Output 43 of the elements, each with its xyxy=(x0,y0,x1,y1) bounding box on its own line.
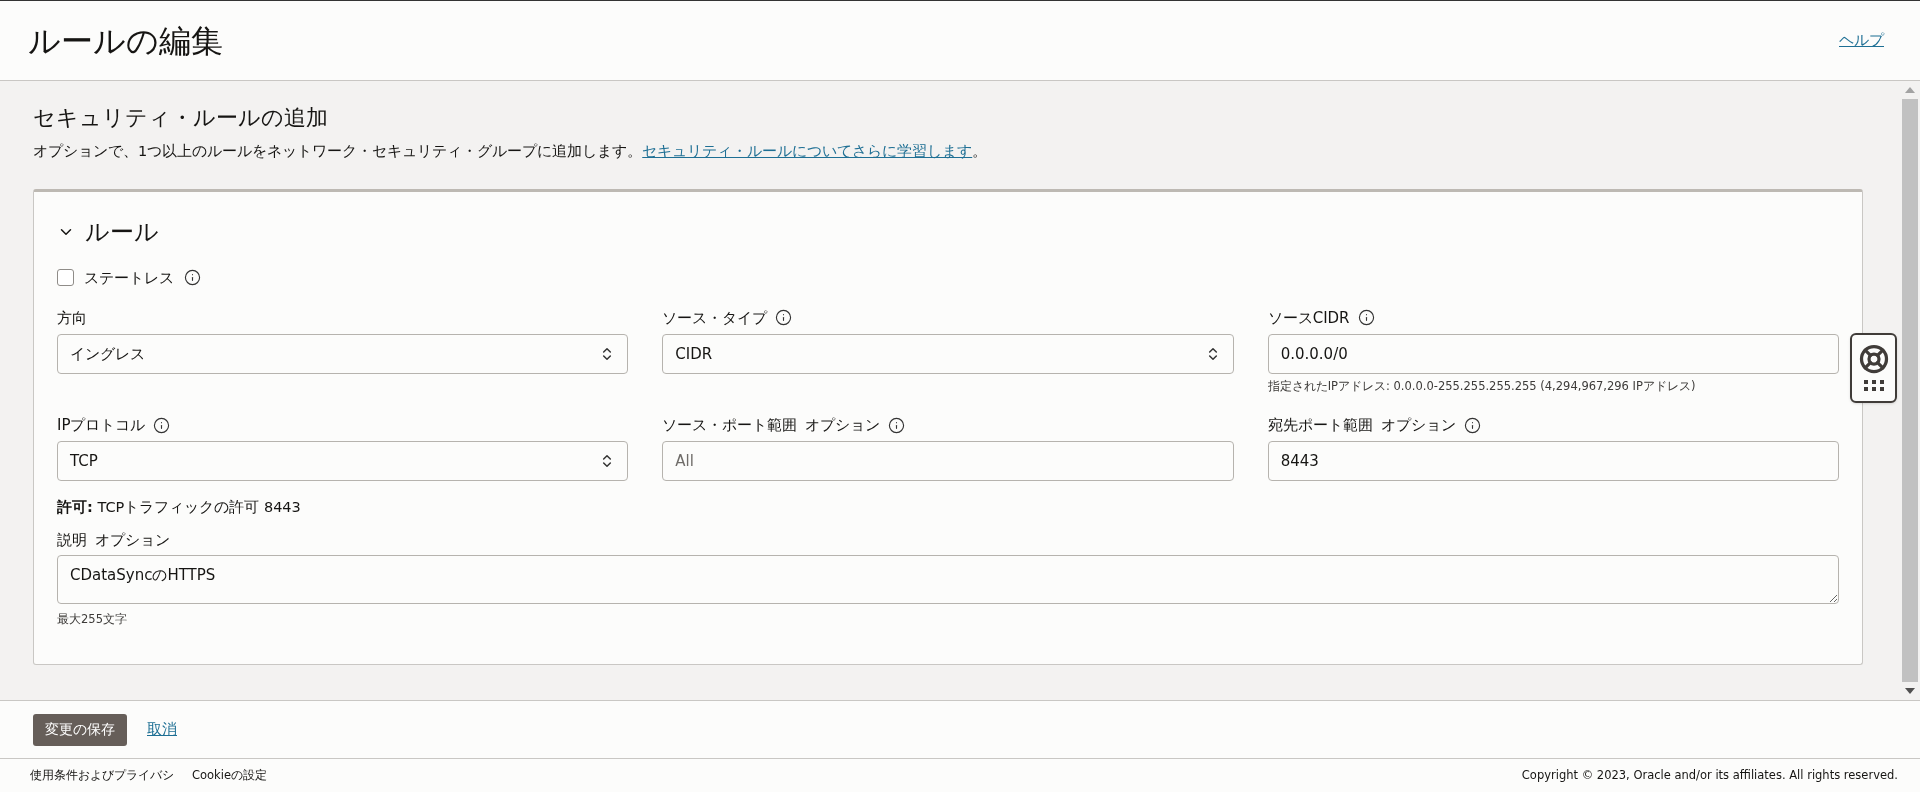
field-label: ソース・ポート範囲 xyxy=(662,414,798,436)
section-title: セキュリティ・ルールの追加 xyxy=(33,104,329,132)
learn-more-link[interactable]: セキュリティ・ルールについてさらに学習します xyxy=(642,143,973,159)
info-icon[interactable] xyxy=(775,309,793,327)
select-field[interactable]: CIDR xyxy=(662,333,1234,374)
checkbox[interactable] xyxy=(57,269,74,287)
footer-link[interactable]: Cookieの設定 xyxy=(192,766,268,785)
description-field[interactable]: CDataSyncのHTTPS xyxy=(57,554,1839,604)
checkbox-label: ステートレス xyxy=(84,267,174,289)
field-label: IPプロトコル xyxy=(57,414,146,436)
help-widget[interactable] xyxy=(1850,333,1897,403)
field-label: 説明 xyxy=(57,529,87,551)
footer-link[interactable]: 使用条件およびプライバシ xyxy=(30,766,174,785)
field-label: 方向 xyxy=(57,307,87,329)
input-field[interactable]: 8443 xyxy=(1267,441,1839,481)
help-link[interactable]: ヘルプ xyxy=(1839,29,1884,52)
select-field[interactable]: イングレス xyxy=(57,333,629,374)
optional-label: オプション xyxy=(1380,414,1456,436)
input-field[interactable]: 0.0.0.0/0 xyxy=(1267,333,1839,374)
section-description: オプションで、1つ以上のルールをネットワーク・セキュリティ・グループに追加します。セキュリティ・ルールについてさらに学習します。 xyxy=(33,142,989,161)
info-icon[interactable] xyxy=(184,269,201,287)
info-icon[interactable] xyxy=(1463,416,1481,434)
page-title: ルールの編集 xyxy=(28,20,223,62)
input-field[interactable]: All xyxy=(662,441,1234,481)
cancel-link[interactable]: 取消 xyxy=(147,718,177,741)
info-icon[interactable] xyxy=(153,416,171,434)
info-icon[interactable] xyxy=(1357,309,1375,327)
hint-text: 最大255文字 xyxy=(57,610,128,628)
hint-text: 指定されたIPアドレス: 0.0.0.0-255.255.255.255 (4,294,967,296 IPアドレス) xyxy=(1267,377,1697,395)
info-icon[interactable] xyxy=(888,416,906,434)
rule-title: ルール xyxy=(85,216,159,248)
field-label: ソース・タイプ xyxy=(662,307,768,329)
save-button[interactable]: 変更の保存 xyxy=(33,713,127,746)
field-label: 宛先ポート範囲 xyxy=(1267,414,1373,436)
lifebuoy-icon xyxy=(1858,344,1889,374)
field-label: ソースCIDR xyxy=(1267,307,1350,329)
select-field[interactable]: TCP xyxy=(57,441,629,481)
optional-label: オプション xyxy=(805,414,881,436)
copyright-text: Copyright © 2023, Oracle and/or its affiliates. All rights reserved. xyxy=(1521,766,1898,784)
optional-label: オプション xyxy=(95,529,170,551)
permit-summary: 許可: TCPトラフィックの許可 8443 xyxy=(57,498,302,517)
grid-dots-icon xyxy=(1863,380,1884,392)
scroll-down-icon[interactable] xyxy=(1905,688,1915,694)
